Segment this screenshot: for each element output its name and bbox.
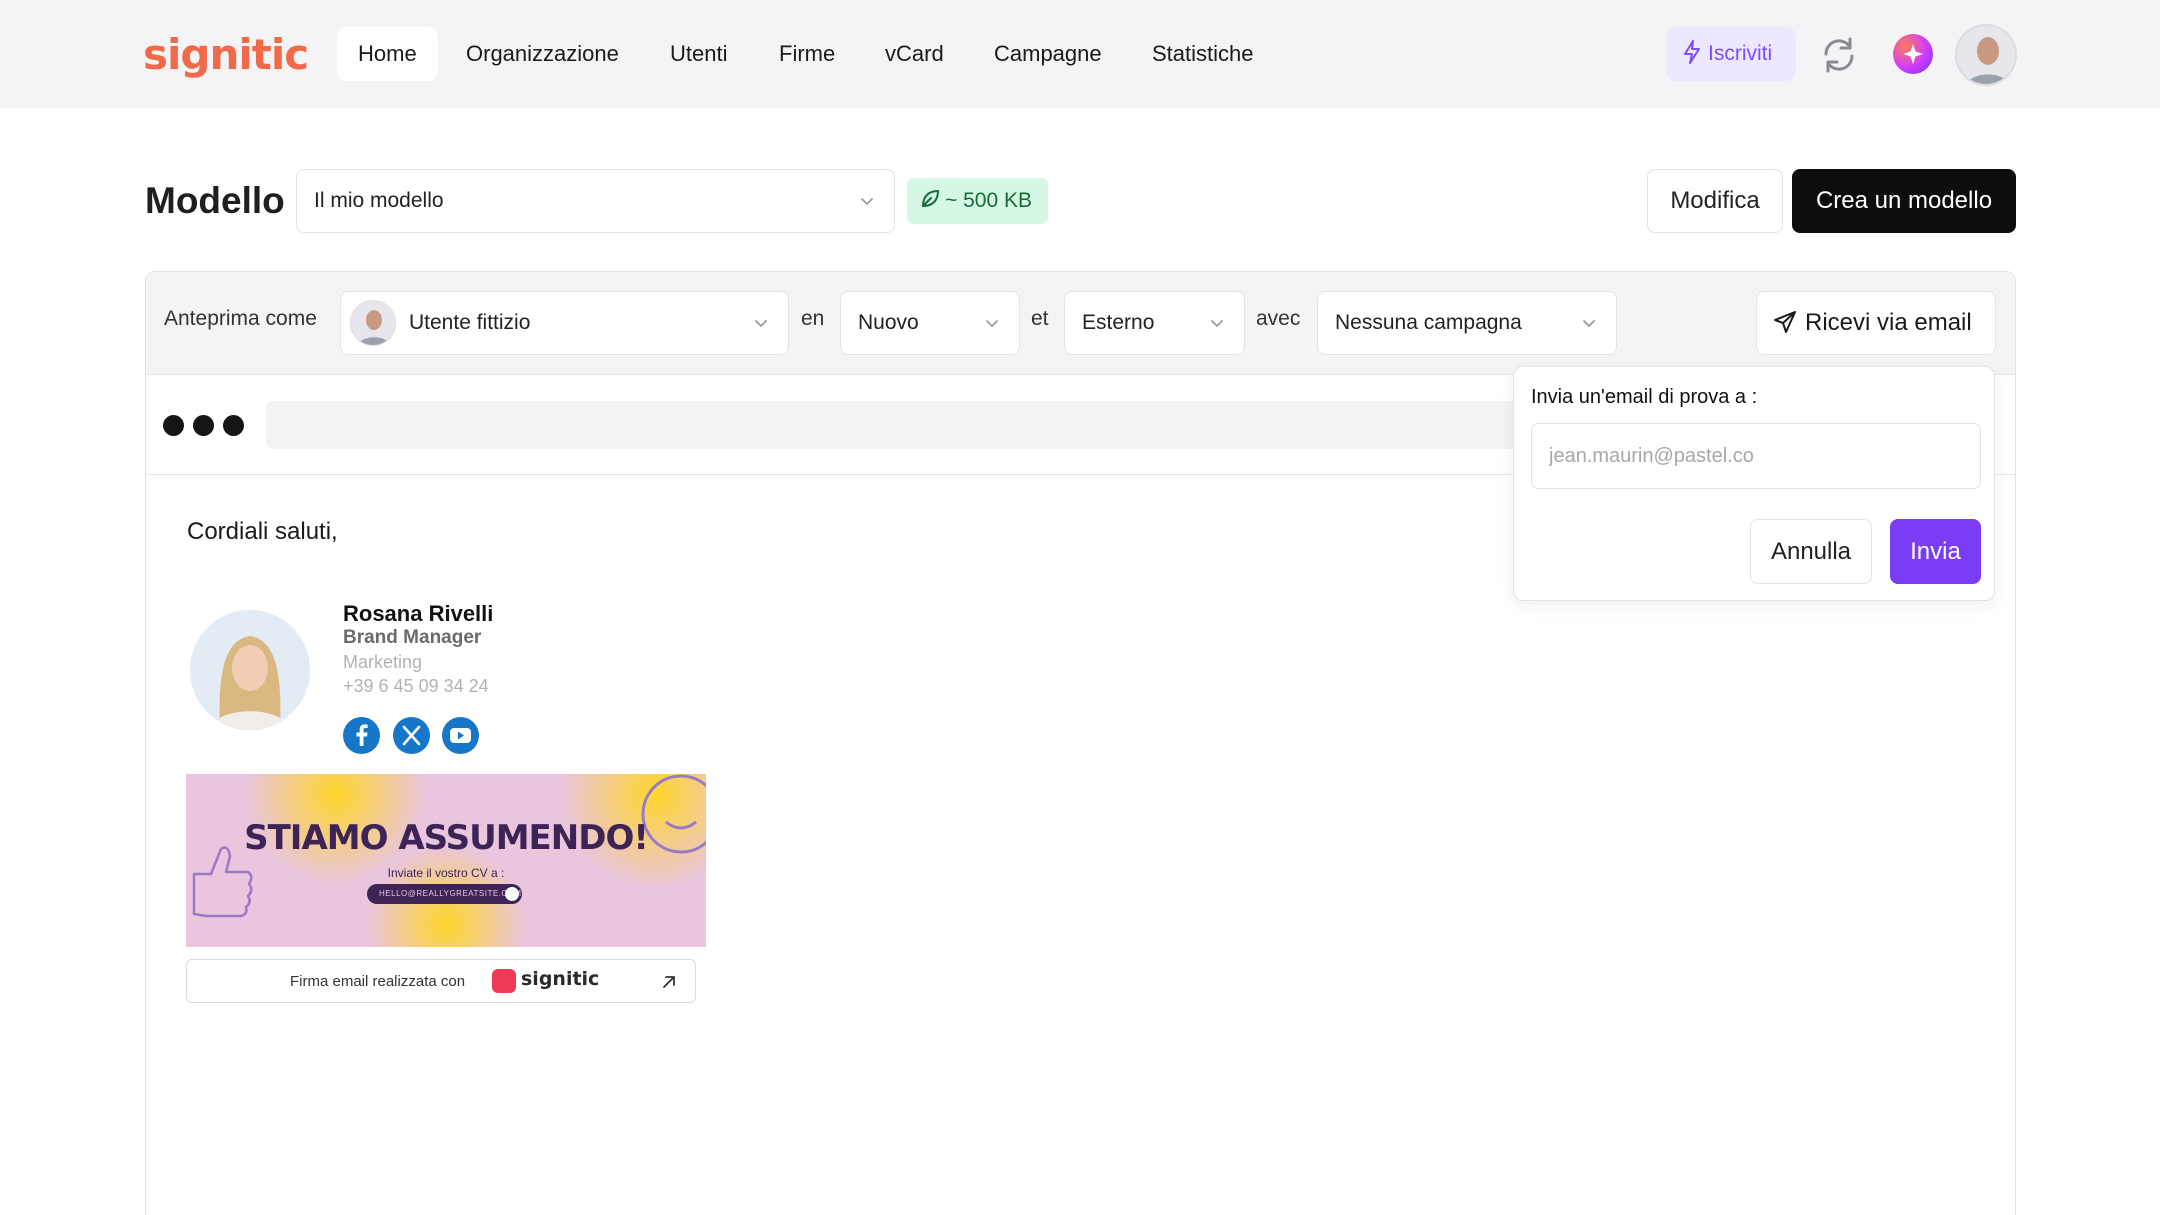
size-badge: ~ 500 KB xyxy=(907,178,1048,224)
campaign-select-value: Nessuna campagna xyxy=(1335,311,1522,334)
send-icon xyxy=(1774,311,1796,333)
signitic-logo[interactable]: signitic xyxy=(143,30,309,79)
banner-email: HELLO@REALLYGREATSITE.COM xyxy=(367,884,522,904)
facebook-icon[interactable] xyxy=(343,717,380,754)
banner-decoration xyxy=(192,774,706,947)
size-badge-text: ~ 500 KB xyxy=(945,189,1032,212)
made-with-brand: signitic xyxy=(521,968,600,990)
chevron-down-icon xyxy=(861,198,873,206)
recruitment-banner[interactable]: STIAMO ASSUMENDO! Inviate il vostro CV a… xyxy=(186,774,706,947)
banner-email-text: HELLO@REALLYGREATSITE.COM xyxy=(379,889,522,898)
external-link-icon xyxy=(663,976,675,988)
banner-title: STIAMO ASSUMENDO! xyxy=(244,818,649,858)
signature-name: Rosana Rivelli xyxy=(343,601,494,626)
bolt-icon xyxy=(1684,40,1700,64)
page-title: Modello xyxy=(145,180,285,221)
user-avatar[interactable] xyxy=(1955,24,2017,86)
nav-organizzazione[interactable]: Organizzazione xyxy=(445,27,640,81)
window-dot xyxy=(193,415,214,436)
signature-role: Brand Manager xyxy=(343,627,482,648)
signature-phone: +39 6 45 09 34 24 xyxy=(343,676,489,696)
subscribe-button[interactable]: Iscriviti xyxy=(1666,27,1796,81)
chevron-down-icon xyxy=(986,320,998,328)
nav-campagne[interactable]: Campagne xyxy=(973,27,1123,81)
et-label: et xyxy=(1031,307,1049,330)
model-select[interactable]: Il mio modello xyxy=(296,169,895,233)
create-model-button[interactable]: Crea un modello xyxy=(1792,169,2016,233)
test-email-input[interactable] xyxy=(1531,423,1981,489)
user-select-value: Utente fittizio xyxy=(409,311,531,334)
email-greeting: Cordiali saluti, xyxy=(187,518,338,545)
chevron-down-icon xyxy=(1211,320,1223,328)
signature-department: Marketing xyxy=(343,652,423,672)
en-label: en xyxy=(801,307,825,330)
arrow-up-icon xyxy=(505,887,519,901)
avec-label: avec xyxy=(1256,307,1301,330)
chevron-down-icon xyxy=(755,320,767,328)
mode-select-value: Nuovo xyxy=(858,311,919,334)
campaign-select[interactable]: Nessuna campagna xyxy=(1317,291,1617,355)
leaf-icon xyxy=(921,189,940,208)
signitic-mark-icon xyxy=(492,969,516,993)
nav-vcard[interactable]: vCard xyxy=(864,27,965,81)
window-dot xyxy=(223,415,244,436)
test-email-label: Invia un'email di prova a : xyxy=(1531,386,1758,408)
x-icon[interactable] xyxy=(393,717,430,754)
cancel-button[interactable]: Annulla xyxy=(1750,519,1872,584)
subscribe-label: Iscriviti xyxy=(1708,42,1773,65)
nav-utenti[interactable]: Utenti xyxy=(649,27,748,81)
receive-email-label: Ricevi via email xyxy=(1805,309,1972,336)
preview-as-label: Anteprima come xyxy=(164,307,317,330)
receive-email-button[interactable]: Ricevi via email xyxy=(1756,291,1996,355)
top-navigation: signitic Home Organizzazione Utenti Firm… xyxy=(0,0,2160,108)
sparkle-icon[interactable] xyxy=(1893,34,1933,74)
recipient-select-value: Esterno xyxy=(1082,311,1155,334)
nav-firme[interactable]: Firme xyxy=(758,27,856,81)
signature-photo xyxy=(190,610,310,730)
youtube-icon[interactable] xyxy=(442,717,479,754)
banner-subtitle: Inviate il vostro CV a : xyxy=(387,866,505,880)
user-select[interactable]: Utente fittizio xyxy=(340,291,789,355)
user-select-avatar xyxy=(350,300,396,346)
made-with-signitic[interactable]: Firma email realizzata con signitic xyxy=(186,959,696,1003)
model-select-value: Il mio modello xyxy=(314,189,444,212)
edit-button[interactable]: Modifica xyxy=(1647,169,1783,233)
made-with-text: Firma email realizzata con xyxy=(290,973,466,990)
chevron-down-icon xyxy=(1583,320,1595,328)
nav-statistiche[interactable]: Statistiche xyxy=(1131,27,1275,81)
mode-select[interactable]: Nuovo xyxy=(840,291,1020,355)
test-email-popover: Invia un'email di prova a : Annulla Invi… xyxy=(1513,366,1995,601)
send-button[interactable]: Invia xyxy=(1890,519,1981,584)
window-dot xyxy=(163,415,184,436)
nav-home[interactable]: Home xyxy=(337,27,438,81)
recipient-select[interactable]: Esterno xyxy=(1064,291,1245,355)
sync-icon[interactable] xyxy=(1818,34,1860,76)
preview-filter-bar: Anteprima come Utente fittizio en Nuovo … xyxy=(146,272,2015,375)
